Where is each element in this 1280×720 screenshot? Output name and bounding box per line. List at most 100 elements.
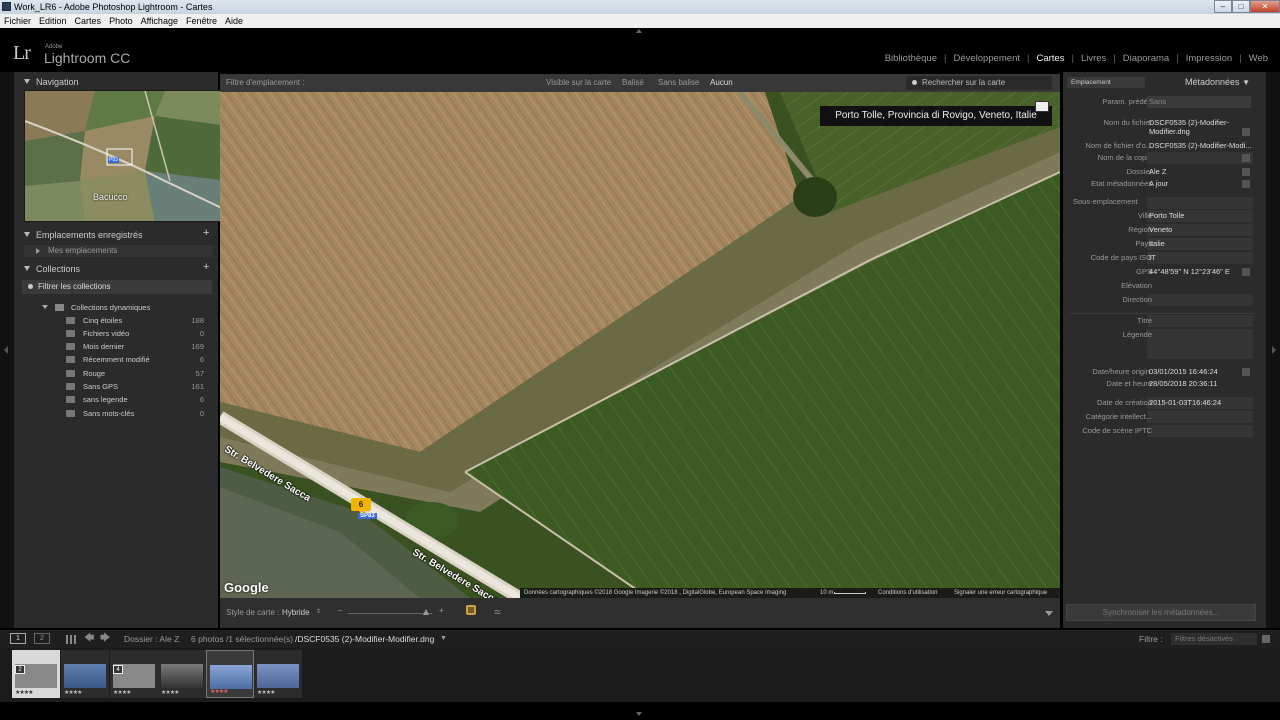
metadata-header[interactable]: Métadonnées ▼ <box>1185 77 1250 87</box>
filter-lock-icon[interactable] <box>1262 635 1270 643</box>
filter-tagged[interactable]: Balisé <box>622 74 644 92</box>
collapse-bottom-triangle-icon[interactable] <box>636 712 642 716</box>
satellite-map[interactable]: Porto Tolle, Provincia di Rovigo, Veneto… <box>220 92 1060 598</box>
filter-select[interactable]: Filtres désactivés <box>1171 633 1257 645</box>
go-to-folder-icon[interactable] <box>1242 168 1250 176</box>
saved-locations-header[interactable]: Emplacements enregistrés <box>24 228 143 242</box>
title-field[interactable] <box>1147 315 1253 327</box>
module-diaporama[interactable]: Diaporama <box>1121 53 1171 64</box>
filter-untagged[interactable]: Sans balise <box>658 74 699 92</box>
collection-item[interactable]: Sans GPS 161 <box>22 380 210 393</box>
menu-fenetre[interactable]: Fenêtre <box>186 14 217 28</box>
report-error-link[interactable]: Signaler une erreur cartographique <box>954 588 1047 598</box>
toolbar-menu-arrow-icon[interactable] <box>1045 611 1053 616</box>
window-2-button[interactable]: 2 <box>34 633 50 644</box>
module-developpement[interactable]: Développement <box>951 53 1022 64</box>
filmstrip-thumbnail[interactable]: 4 ★★★★ <box>110 650 158 698</box>
metadata-row: Code de scène IPTC <box>1063 425 1266 437</box>
collapse-top-triangle-icon[interactable] <box>636 29 642 33</box>
intellectual-genre-field[interactable] <box>1147 411 1253 423</box>
map-expand-icon[interactable] <box>1035 101 1049 112</box>
edit-capture-time-icon[interactable] <box>1242 368 1250 376</box>
filmstrip-thumbnail[interactable]: ★★★★ <box>61 650 109 698</box>
expand-arrow-icon <box>36 248 40 254</box>
copy-name-field[interactable] <box>1147 152 1253 164</box>
map-attribution-bar: Données cartographiques ©2018 Google Ima… <box>520 588 1060 598</box>
field-action-icon[interactable] <box>1242 154 1250 162</box>
filter-none[interactable]: Aucun <box>710 74 733 92</box>
window-titlebar: Work_LR6 - Adobe Photoshop Lightroom - C… <box>0 0 1280 14</box>
tracklog-icon[interactable]: ≈ <box>494 605 501 619</box>
metadata-row: Pays Italie <box>1063 238 1266 250</box>
metadata-row: Direction <box>1063 294 1266 306</box>
smart-collection-icon <box>66 370 75 377</box>
close-button[interactable]: ✕ <box>1250 0 1280 13</box>
grid-view-icon[interactable] <box>66 635 76 644</box>
right-panel-toggle-icon[interactable] <box>1272 346 1276 354</box>
filmstrip-thumbnail[interactable]: ★★★★ <box>158 650 206 698</box>
menu-fichier[interactable]: Fichier <box>4 14 31 28</box>
collection-item[interactable]: Mois dernier 169 <box>22 340 210 353</box>
collection-item[interactable]: Récemment modifié 6 <box>22 353 210 366</box>
zoom-out-button[interactable]: – <box>338 606 342 615</box>
metadata-row: Ville Porto Tolle <box>1063 210 1266 222</box>
collection-item[interactable]: Rouge 57 <box>22 367 210 380</box>
back-arrow-icon[interactable]: 🡄 <box>84 630 94 648</box>
navigator-mini-map[interactable]: P83 Bacucco <box>24 90 227 222</box>
filter-collections-input[interactable]: Filtrer les collections <box>22 280 212 294</box>
filmstrip-thumbnail[interactable]: ★★★★ <box>254 650 302 698</box>
module-web[interactable]: Web <box>1247 53 1270 64</box>
right-edge <box>1266 72 1280 628</box>
zoom-in-button[interactable]: + <box>439 606 444 615</box>
collection-item[interactable]: Fichiers vidéo 0 <box>22 327 210 340</box>
filter-visible-on-map[interactable]: Visible sur la carte <box>546 74 611 92</box>
minimize-button[interactable]: – <box>1214 0 1232 13</box>
menu-edition[interactable]: Edition <box>39 14 67 28</box>
module-livres[interactable]: Livres <box>1079 53 1108 64</box>
menu-photo[interactable]: Photo <box>109 14 133 28</box>
search-icon <box>28 284 33 289</box>
selected-filename[interactable]: /DSCF0535 (2)-Modifier-Modifier.dng <box>295 630 434 648</box>
collection-item[interactable]: Sans mots-clés 0 <box>22 407 210 420</box>
menu-aide[interactable]: Aide <box>225 14 243 28</box>
map-style-select[interactable]: Hybride <box>282 608 310 617</box>
lock-markers-icon[interactable] <box>466 605 476 615</box>
metadata-row: Légende <box>1063 329 1266 359</box>
window-1-button[interactable]: 1 <box>10 633 26 644</box>
sync-metadata-button[interactable]: Synchroniser les métadonnées... <box>1066 604 1256 621</box>
photo-count: 6 photos /1 sélectionnée(s) <box>191 634 294 644</box>
collections-header[interactable]: Collections <box>24 262 80 276</box>
module-impression[interactable]: Impression <box>1184 53 1234 64</box>
map-search-field[interactable]: Rechercher sur la carte <box>906 76 1052 90</box>
my-locations-row[interactable]: Mes emplacements <box>24 245 213 257</box>
navigation-header[interactable]: Navigation <box>24 75 79 89</box>
sublocation-field[interactable] <box>1147 197 1253 209</box>
app-icon <box>2 2 11 11</box>
caption-field[interactable] <box>1147 329 1253 359</box>
photo-marker-pin[interactable]: 6 <box>351 498 371 511</box>
direction-field[interactable] <box>1147 294 1253 306</box>
collection-item[interactable]: Cinq étoiles 188 <box>22 314 210 327</box>
menu-cartes[interactable]: Cartes <box>75 14 102 28</box>
field-action-icon[interactable] <box>1242 128 1250 136</box>
module-bibliotheque[interactable]: Bibliothèque <box>883 53 939 64</box>
maximize-button[interactable]: □ <box>1232 0 1250 13</box>
filename-menu-arrow-icon[interactable]: ▼ <box>440 630 447 648</box>
left-panel-toggle-icon[interactable] <box>4 346 8 354</box>
collection-item[interactable]: sans legende 6 <box>22 393 210 406</box>
module-cartes[interactable]: Cartes <box>1034 53 1066 64</box>
terms-link[interactable]: Conditions d'utilisation <box>878 588 938 598</box>
menu-affichage[interactable]: Affichage <box>141 14 178 28</box>
source-folder[interactable]: Dossier : Ale Z <box>124 630 179 648</box>
zoom-slider-thumb[interactable] <box>423 609 429 615</box>
forward-arrow-icon[interactable]: 🡆 <box>100 630 110 648</box>
gps-action-icon[interactable] <box>1242 268 1250 276</box>
smart-collections-folder[interactable]: Collections dynamiques <box>22 301 210 314</box>
filmstrip-thumbnail-selected[interactable]: ★★★★ <box>206 650 254 698</box>
iptc-scene-field[interactable] <box>1147 425 1253 437</box>
filmstrip-thumbnail[interactable]: 2 ★★★★ <box>12 650 60 698</box>
smart-collection-icon <box>66 343 75 350</box>
metadata-preset-dropdown[interactable]: Emplacement <box>1067 77 1145 88</box>
field-action-icon[interactable] <box>1242 180 1250 188</box>
zoom-slider[interactable] <box>348 613 432 614</box>
